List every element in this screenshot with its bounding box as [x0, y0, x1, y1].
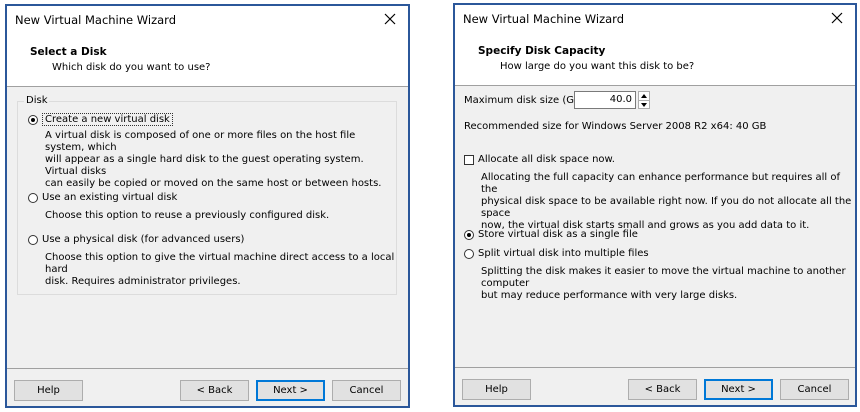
title-bar: New Virtual Machine Wizard	[7, 6, 408, 34]
split-description: Splitting the disk makes it easier to mo…	[481, 266, 846, 301]
radio-button[interactable]	[28, 114, 38, 125]
close-icon[interactable]	[380, 9, 400, 29]
disk-capacity-dialog: New Virtual Machine Wizard Specify Disk …	[453, 3, 857, 407]
spin-up-icon[interactable]	[639, 92, 649, 101]
max-disk-size-label: Maximum disk size (GB):	[464, 95, 589, 106]
cancel-button[interactable]: Cancel	[780, 379, 849, 400]
option-label: Split virtual disk into multiple files	[478, 248, 649, 259]
radio-button[interactable]	[28, 234, 38, 245]
radio-create-new-disk[interactable]: Create a new virtual disk	[28, 113, 173, 126]
radio-single-file[interactable]: Store virtual disk as a single file	[464, 229, 638, 240]
radio-use-physical-disk[interactable]: Use a physical disk (for advanced users)	[28, 234, 244, 245]
help-button[interactable]: Help	[14, 380, 83, 401]
spin-down-icon[interactable]	[639, 101, 649, 109]
option-label: Use an existing virtual disk	[42, 192, 178, 203]
option-label: Create a new virtual disk	[42, 113, 173, 126]
checkbox[interactable]	[464, 154, 474, 165]
radio-use-existing-disk[interactable]: Use an existing virtual disk	[28, 192, 177, 203]
window-title: New Virtual Machine Wizard	[463, 12, 624, 26]
back-button[interactable]: < Back	[180, 380, 249, 401]
disk-groupbox: Disk Create a new virtual disk A virtual…	[17, 95, 397, 295]
cancel-button[interactable]: Cancel	[332, 380, 401, 401]
radio-button[interactable]	[464, 229, 474, 240]
close-icon[interactable]	[827, 8, 847, 28]
footer-divider	[455, 367, 855, 368]
next-button[interactable]: Next >	[704, 379, 773, 400]
wizard-header: Select a Disk Which disk do you want to …	[7, 34, 408, 87]
header-subtitle: Which disk do you want to use?	[52, 62, 211, 73]
footer-divider	[7, 368, 408, 369]
help-button[interactable]: Help	[462, 379, 531, 400]
header-subtitle: How large do you want this disk to be?	[500, 61, 695, 72]
allocate-description: Allocating the full capacity can enhance…	[481, 172, 852, 231]
group-label: Disk	[24, 95, 50, 106]
header-title: Select a Disk	[30, 46, 107, 58]
window-title: New Virtual Machine Wizard	[15, 13, 176, 27]
option-label: Store virtual disk as a single file	[478, 229, 638, 240]
option-label: Use a physical disk (for advanced users)	[42, 234, 245, 245]
option-description: Choose this option to give the virtual m…	[45, 252, 395, 287]
header-title: Specify Disk Capacity	[478, 45, 606, 57]
option-description: A virtual disk is composed of one or mor…	[45, 130, 382, 189]
allocate-all-checkbox[interactable]: Allocate all disk space now.	[464, 154, 615, 165]
radio-split-files[interactable]: Split virtual disk into multiple files	[464, 248, 649, 259]
wizard-header: Specify Disk Capacity How large do you w…	[455, 33, 855, 86]
radio-button[interactable]	[28, 192, 38, 203]
recommended-size-text: Recommended size for Windows Server 2008…	[464, 121, 767, 132]
select-disk-dialog: New Virtual Machine Wizard Select a Disk…	[5, 4, 410, 408]
checkbox-label: Allocate all disk space now.	[478, 154, 615, 165]
option-description: Choose this option to reuse a previously…	[45, 210, 330, 221]
max-disk-size-input[interactable]: 40.0	[574, 91, 636, 109]
radio-button[interactable]	[464, 248, 474, 259]
title-bar: New Virtual Machine Wizard	[455, 5, 855, 33]
size-spinner[interactable]	[638, 91, 650, 109]
back-button[interactable]: < Back	[628, 379, 697, 400]
next-button[interactable]: Next >	[256, 380, 325, 401]
